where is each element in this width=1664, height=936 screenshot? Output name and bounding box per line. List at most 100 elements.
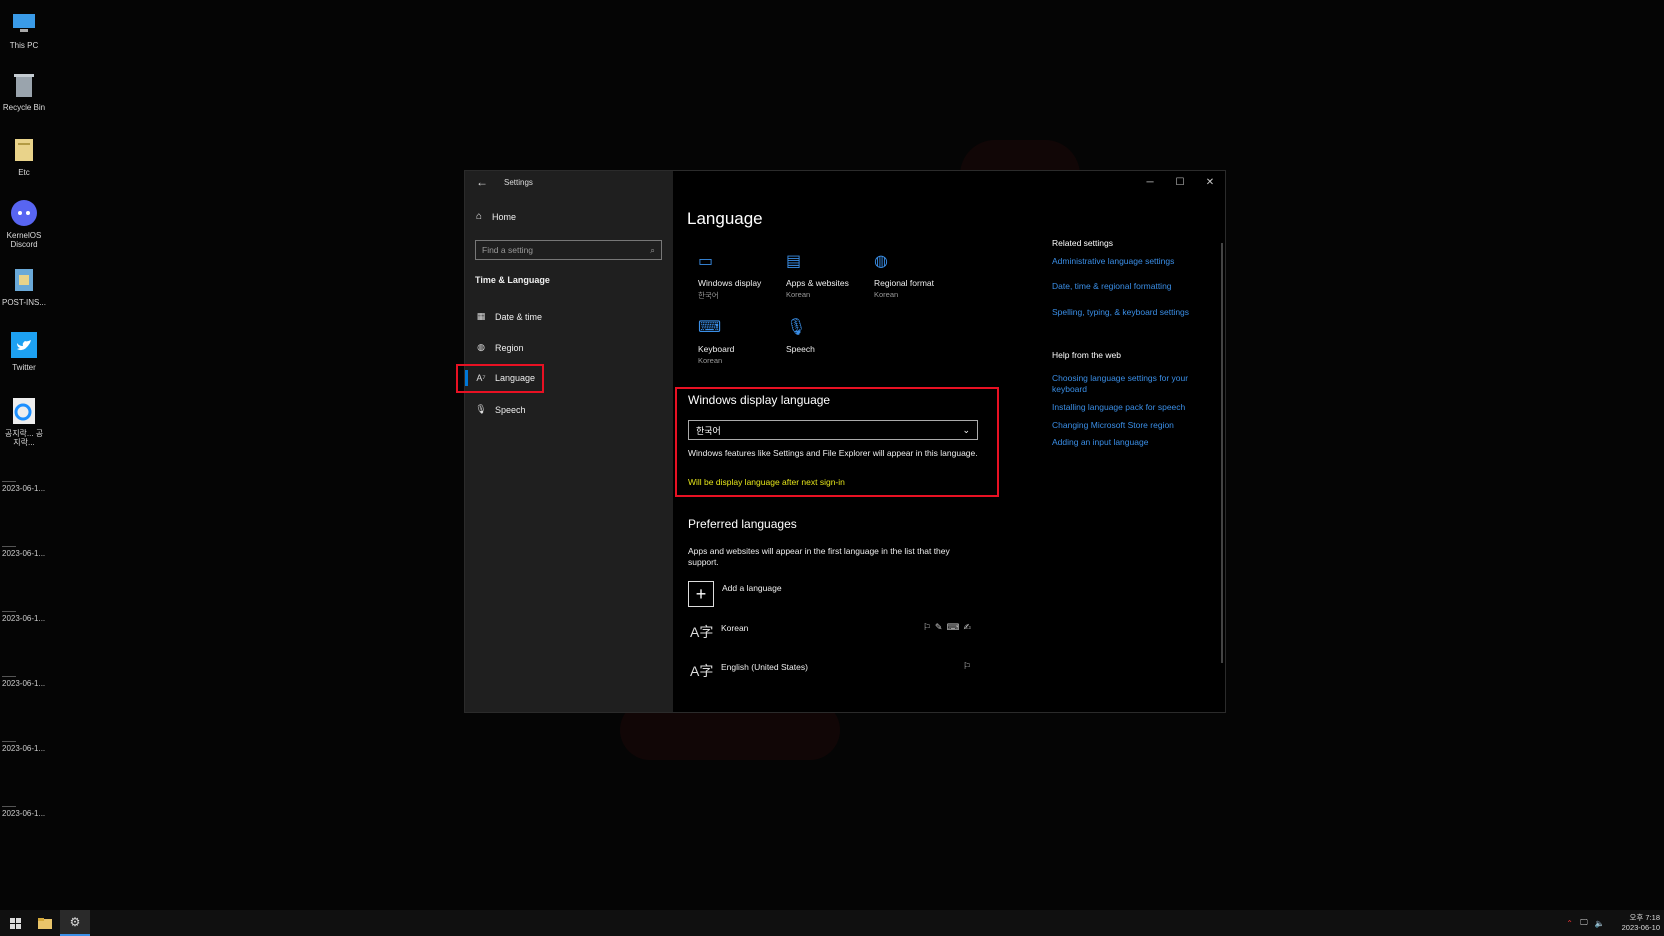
title-bar: ← Settings bbox=[465, 171, 673, 193]
clock-date: 2023-06-10 bbox=[1621, 923, 1660, 932]
sidebar: ← Settings ⌂ Home Find a setting ⌕ Time … bbox=[456, 171, 673, 712]
desktop-icon-discord[interactable]: KernelOS Discord bbox=[0, 198, 48, 249]
desktop-file-label: 2023-06-1... bbox=[2, 744, 46, 753]
preferred-languages-heading: Preferred languages bbox=[688, 517, 797, 531]
sidebar-item-label: Region bbox=[495, 342, 524, 353]
start-button[interactable] bbox=[0, 910, 30, 936]
clock[interactable]: 오후 7:18 2023-06-10 bbox=[1615, 913, 1660, 933]
desktop-file-label: 2023-06-1... bbox=[2, 809, 46, 818]
desktop-icon-label: Etc bbox=[18, 168, 30, 177]
microphone-icon: 🎙 bbox=[475, 404, 487, 414]
sidebar-item-speech[interactable]: 🎙 Speech bbox=[475, 404, 526, 415]
window-icon: ▤ bbox=[786, 253, 802, 270]
desktop-file[interactable]: 2023-06-1... bbox=[2, 732, 45, 753]
back-arrow-icon[interactable]: ← bbox=[476, 175, 488, 189]
language-row-english[interactable]: A字 English (United States) ⚐ bbox=[690, 661, 980, 685]
maximize-button[interactable]: ☐ bbox=[1165, 171, 1195, 193]
preferred-languages-description: Apps and websites will appear in the fir… bbox=[688, 546, 950, 567]
related-settings-heading: Related settings bbox=[1052, 238, 1113, 248]
desktop-icon-etc[interactable]: Etc bbox=[0, 135, 48, 177]
calendar-clock-icon: ▦ bbox=[476, 311, 486, 321]
tile-apps-websites[interactable]: ▤ Apps & websites Korean bbox=[786, 251, 876, 299]
language-features-icons: ⚐ bbox=[962, 661, 975, 671]
internet-explorer-icon bbox=[9, 396, 39, 426]
discord-icon bbox=[9, 198, 39, 228]
related-link[interactable]: Administrative language settings bbox=[1052, 256, 1207, 267]
window-title: Settings bbox=[504, 177, 533, 187]
desktop-file[interactable]: 2023-06-1... bbox=[2, 537, 45, 558]
volume-icon[interactable]: 🔈 bbox=[1595, 919, 1605, 928]
desktop-icon-label: Recycle Bin bbox=[2, 103, 46, 112]
chevron-down-icon: ⌄ bbox=[962, 424, 970, 435]
folder-icon bbox=[9, 135, 39, 165]
tile-keyboard[interactable]: ⌨ Keyboard Korean bbox=[698, 317, 788, 365]
search-placeholder: Find a setting bbox=[482, 245, 534, 255]
computer-icon bbox=[9, 8, 39, 38]
sidebar-item-date-time[interactable]: ▦ Date & time bbox=[475, 311, 542, 322]
display-language-heading: Windows display language bbox=[688, 393, 831, 407]
minimize-button[interactable]: ─ bbox=[1135, 171, 1165, 193]
close-button[interactable]: ✕ bbox=[1195, 171, 1225, 193]
help-link[interactable]: Changing Microsoft Store region bbox=[1052, 420, 1207, 431]
desktop-icon-recycle-bin[interactable]: Recycle Bin bbox=[0, 70, 48, 112]
taskbar: ⚙ ⌃ 🖵 🔈 오후 7:18 2023-06-10 bbox=[0, 910, 1664, 936]
desktop-icon-ie-shortcut[interactable]: 공지락... 공지락... bbox=[0, 396, 48, 447]
network-icon[interactable]: 🖵 bbox=[1580, 918, 1588, 928]
tile-speech[interactable]: 🎙 Speech bbox=[786, 317, 876, 356]
clock-time: 오후 7:18 bbox=[1629, 913, 1660, 922]
help-link[interactable]: Installing language pack for speech bbox=[1052, 402, 1207, 413]
tile-label: Regional format bbox=[874, 278, 935, 288]
desktop-file[interactable]: 2023-06-1... bbox=[2, 602, 45, 623]
microphone-icon: 🎙 bbox=[786, 319, 807, 336]
tile-label: Keyboard bbox=[698, 344, 735, 354]
settings-taskbar-button[interactable]: ⚙ bbox=[60, 910, 90, 936]
desktop-file-label: 2023-06-1... bbox=[2, 614, 46, 623]
search-icon[interactable]: ⌕ bbox=[650, 245, 655, 256]
home-icon: ⌂ bbox=[476, 211, 483, 222]
sidebar-item-label: Date & time bbox=[495, 311, 543, 322]
desktop-file[interactable]: 2023-06-1... bbox=[2, 797, 45, 818]
window-controls: ─ ☐ ✕ bbox=[1135, 171, 1225, 193]
language-name: English (United States) bbox=[721, 662, 808, 672]
desktop-icon-label: KernelOS Discord bbox=[6, 231, 42, 249]
language-icon: A字 bbox=[690, 624, 714, 640]
nav-home-label: Home bbox=[492, 211, 517, 222]
display-language-select[interactable]: 한국어 ⌄ bbox=[688, 420, 978, 440]
laptop-icon: ▭ bbox=[698, 253, 714, 270]
related-link[interactable]: Date, time & regional formatting bbox=[1052, 281, 1207, 292]
nav-home[interactable]: ⌂ Home bbox=[476, 211, 516, 222]
system-tray: ⌃ 🖵 🔈 오후 7:18 2023-06-10 bbox=[1559, 910, 1660, 936]
add-language-button[interactable]: + bbox=[688, 581, 714, 607]
display-language-value: 한국어 bbox=[696, 425, 721, 436]
highlight-box-language bbox=[456, 364, 544, 393]
desktop-icon-label: This PC bbox=[9, 41, 39, 50]
add-language-label[interactable]: Add a language bbox=[722, 583, 782, 594]
tile-label: Windows display bbox=[698, 278, 762, 288]
help-heading: Help from the web bbox=[1052, 350, 1121, 360]
desktop-icon-this-pc[interactable]: This PC bbox=[0, 8, 48, 50]
desktop-file-label: 2023-06-1... bbox=[2, 679, 46, 688]
windows-logo-icon bbox=[9, 917, 21, 929]
desktop-file[interactable]: 2023-06-1... bbox=[2, 472, 45, 493]
search-input[interactable]: Find a setting ⌕ bbox=[475, 240, 662, 260]
tile-sub: Korean bbox=[786, 290, 811, 299]
related-link[interactable]: Spelling, typing, & keyboard settings bbox=[1052, 307, 1207, 318]
sidebar-item-region[interactable]: ◍ Region bbox=[475, 342, 524, 353]
network-warning-icon[interactable]: ⌃ bbox=[1566, 919, 1573, 928]
help-link[interactable]: Choosing language settings for your keyb… bbox=[1052, 373, 1207, 395]
sidebar-item-label: Speech bbox=[495, 404, 526, 415]
desktop-file[interactable]: 2023-06-1... bbox=[2, 667, 45, 688]
help-link[interactable]: Adding an input language bbox=[1052, 437, 1207, 448]
desktop-icon-twitter[interactable]: Twitter bbox=[0, 330, 48, 372]
language-row-korean[interactable]: A字 Korean ⚐✎⌨✍ bbox=[690, 622, 980, 646]
tile-windows-display[interactable]: ▭ Windows display 한국어 bbox=[698, 251, 788, 301]
page-title: Language bbox=[687, 209, 763, 228]
scrollbar[interactable] bbox=[1221, 243, 1223, 663]
tile-sub: 한국어 bbox=[698, 291, 719, 300]
desktop-icon-post-install[interactable]: POST-INS... bbox=[0, 265, 48, 307]
tile-regional-format[interactable]: ◍ Regional format Korean bbox=[874, 251, 964, 299]
tile-label: Speech bbox=[786, 344, 815, 354]
file-explorer-button[interactable] bbox=[30, 910, 60, 936]
globe-icon: ◍ bbox=[477, 342, 485, 352]
keyboard-icon: ⌨ bbox=[698, 319, 722, 336]
